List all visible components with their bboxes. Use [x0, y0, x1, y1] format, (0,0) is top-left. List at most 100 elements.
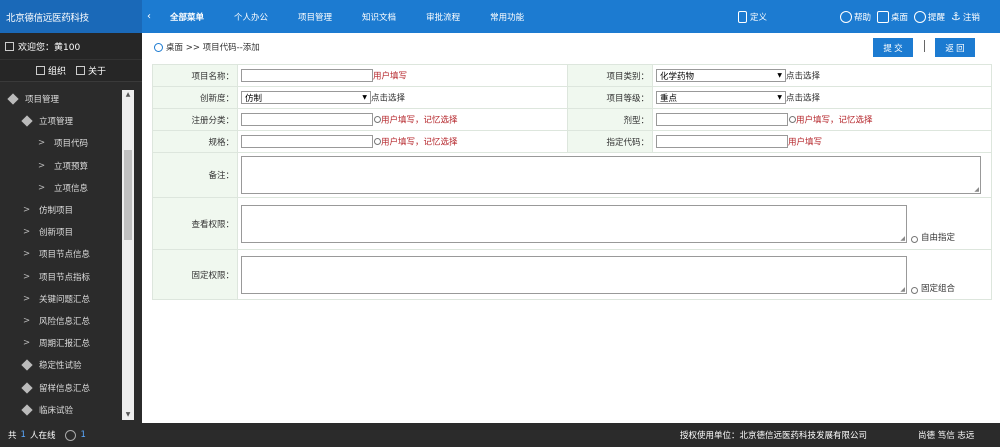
sidebar-item-label: 风险信息汇总 [39, 316, 91, 327]
assigned-code-hint: 用户填写 [788, 137, 823, 148]
desktop-icon [877, 10, 890, 23]
project-type-label: 项目类别： [567, 64, 653, 87]
breadcrumb-text: 桌面 >> 项目代码--添加 [166, 43, 260, 53]
sidebar-item-label: 项目节点指标 [39, 272, 91, 283]
help-button[interactable]: 帮助 [840, 10, 871, 23]
search-icon[interactable] [374, 138, 381, 145]
sidebar-item-project-code[interactable]: > 项目代码 [0, 132, 122, 154]
sidebar-item-clinical[interactable]: 临床试验 [0, 399, 122, 421]
scrollbar-thumb[interactable] [124, 150, 132, 240]
sidebar-item-key-issues[interactable]: > 关键问题汇总 [0, 288, 122, 310]
desktop-button[interactable]: 桌面 [877, 10, 908, 23]
sidebar: 欢迎您：黄100 组织 关于 项目管理 立项管理 > 项目代码 > 立项预算 > 立项… [0, 33, 142, 423]
help-icon [840, 10, 852, 23]
project-type-hint: 点击选择 [786, 71, 821, 82]
alarm-clock-icon [914, 10, 927, 23]
project-grade-value: 重点 [660, 93, 678, 104]
view-perm-hint[interactable]: 自由指定 [921, 231, 955, 243]
resize-grip-icon: ◢ [900, 234, 905, 242]
sidebar-item-generic[interactable]: > 仿制项目 [0, 199, 122, 221]
chevron-right-icon: > [23, 227, 31, 238]
innovation-select[interactable]: 仿制 ▼ [241, 91, 371, 104]
remarks-label: 备注： [152, 152, 238, 198]
project-code-form: 项目名称： 用户填写 项目类别： 化学药物 ▼ 点击选择 创新度： 仿制 ▼ 点击选择 … [152, 64, 992, 300]
spec-input[interactable] [241, 135, 373, 148]
user-icon [154, 42, 163, 52]
diamond-icon [7, 93, 19, 105]
menu-item-all[interactable]: 全部菜单 [170, 11, 204, 23]
sidebar-item-node-metrics[interactable]: > 项目节点指标 [0, 266, 122, 288]
sidebar-item-label: 立项管理 [39, 117, 74, 128]
dosage-form-input[interactable] [656, 113, 788, 126]
total-prefix: 共 [8, 431, 17, 441]
sidebar-nav: 项目管理 立项管理 > 项目代码 > 立项预算 > 立项信息 > 仿制项目 > 创新项目 … [0, 88, 122, 421]
menu-item-office[interactable]: 个人办公 [234, 11, 268, 23]
sidebar-item-node-info[interactable]: > 项目节点信息 [0, 243, 122, 265]
innovation-label: 创新度： [152, 86, 238, 109]
project-type-value: 化学药物 [660, 71, 695, 82]
sidebar-item-label: 稳定性试验 [39, 361, 82, 372]
project-grade-hint: 点击选择 [786, 93, 821, 104]
sidebar-item-stability[interactable]: 稳定性试验 [0, 354, 122, 376]
user-card-icon [5, 41, 14, 51]
diamond-icon [21, 359, 33, 372]
search-icon[interactable] [911, 286, 918, 294]
back-button[interactable]: 返 回 [935, 38, 975, 57]
about-button[interactable]: 关于 [76, 64, 106, 77]
fixed-perm-textarea[interactable]: ◢ [241, 255, 907, 294]
view-perm-textarea[interactable]: ◢ [241, 204, 907, 243]
project-grade-select[interactable]: 重点 ▼ [656, 91, 786, 104]
sidebar-item-periodic-report[interactable]: > 周期汇报汇总 [0, 332, 122, 354]
sidebar-scrollbar[interactable]: ▲ ▼ [122, 90, 134, 420]
project-name-input[interactable] [241, 69, 373, 82]
scroll-up-icon[interactable]: ▲ [122, 90, 134, 100]
sidebar-item-initiation-info[interactable]: > 立项信息 [0, 177, 122, 199]
org-button[interactable]: 组织 [35, 64, 66, 77]
sidebar-item-label: 创新项目 [39, 228, 74, 239]
menu-item-common[interactable]: 常用功能 [490, 11, 524, 23]
project-grade-label: 项目等级： [567, 86, 653, 109]
logout-button[interactable]: ⚓ 注销 [951, 10, 980, 23]
sidebar-item-samples[interactable]: 留样信息汇总 [0, 376, 122, 398]
main-content: 桌面 >> 项目代码--添加 提 交 返 回 项目名称： 用户填写 项目类别： … [142, 33, 1000, 423]
search-icon[interactable] [374, 116, 381, 123]
chevron-right-icon: > [38, 138, 46, 149]
diamond-icon [21, 115, 33, 127]
menu-item-approval[interactable]: 审批流程 [426, 11, 460, 23]
remind-label: 提醒 [928, 12, 946, 23]
remind-button[interactable]: 提醒 [914, 10, 946, 23]
collapse-sidebar-icon[interactable]: ‹ [142, 0, 156, 33]
sidebar-item-risk[interactable]: > 风险信息汇总 [0, 310, 122, 332]
assigned-code-input[interactable] [656, 135, 788, 148]
online-status: 共 1 人在线 1 [8, 423, 86, 447]
dropdown-arrow-icon: ▼ [777, 94, 782, 101]
define-label: 定义 [750, 12, 768, 23]
fixed-perm-hint[interactable]: 固定组合 [921, 282, 955, 294]
sidebar-item-initiation[interactable]: 立项管理 [0, 110, 122, 132]
search-icon[interactable] [911, 235, 918, 243]
menu-item-docs[interactable]: 知识文档 [362, 11, 396, 23]
message-icon[interactable] [65, 429, 77, 441]
diamond-icon [21, 404, 33, 416]
breadcrumb: 桌面 >> 项目代码--添加 [154, 41, 260, 53]
sidebar-item-innovative[interactable]: > 创新项目 [0, 221, 122, 243]
remarks-textarea[interactable]: ◢ [241, 156, 981, 194]
sidebar-item-label: 周期汇报汇总 [39, 339, 91, 350]
toolbar: 帮助 桌面 提醒 ⚓ 注销 [840, 0, 980, 33]
top-bar: 北京德信远医药科技 ‹ 全部菜单 个人办公 项目管理 知识文档 审批流程 常用功… [0, 0, 1000, 33]
project-type-select[interactable]: 化学药物 ▼ [656, 69, 786, 82]
menu-item-project[interactable]: 项目管理 [298, 11, 332, 23]
submit-button[interactable]: 提 交 [873, 38, 913, 57]
org-row: 组织 关于 [0, 60, 142, 82]
scroll-down-icon[interactable]: ▼ [122, 410, 134, 420]
sidebar-item-project-mgmt[interactable]: 项目管理 [0, 88, 122, 110]
define-button[interactable]: 定义 [738, 0, 767, 33]
anchor-icon: ⚓ [951, 10, 961, 23]
reg-class-input[interactable] [241, 113, 373, 126]
search-icon[interactable] [789, 116, 796, 123]
dosage-form-label: 剂型： [567, 108, 653, 131]
chevron-right-icon: > [23, 249, 31, 260]
resize-grip-icon: ◢ [900, 285, 905, 293]
sidebar-item-budget[interactable]: > 立项预算 [0, 155, 122, 177]
logout-label: 注销 [962, 12, 980, 23]
